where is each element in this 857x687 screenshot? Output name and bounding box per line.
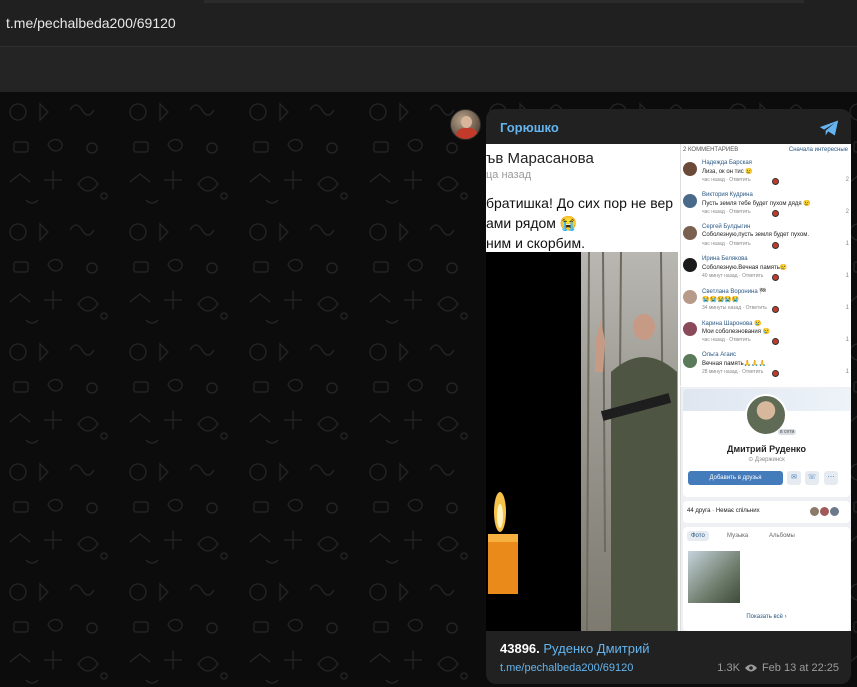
comment-avatar: [683, 290, 697, 304]
message-bubble: Горюшко ъв Марасанова ца назад братишка!…: [486, 109, 851, 684]
message-meta: 1.3K Feb 13 at 22:25: [717, 662, 839, 674]
friend-avatar: [829, 506, 840, 517]
paper-plane-icon[interactable]: [819, 119, 839, 137]
avatar-body: [456, 128, 478, 139]
soldier-figure: [586, 251, 677, 631]
comment-meta[interactable]: час назад · Ответить: [702, 241, 751, 247]
comment-meta[interactable]: час назад · Ответить: [702, 209, 751, 215]
comment-item: Ирина Белякова Соболезную.Вечная память😢…: [681, 254, 851, 286]
comment-likes[interactable]: 2: [846, 209, 849, 215]
comments-panel: 2 КОММЕНТАРИЕВ Сначала интересные Надежд…: [680, 144, 851, 386]
tab-music[interactable]: Музыка: [727, 533, 748, 539]
comments-sort-dropdown[interactable]: Сначала интересные: [789, 147, 848, 153]
comment-avatar: [683, 258, 697, 272]
comment-avatar: [683, 322, 697, 336]
soldier-photo: [581, 251, 678, 631]
address-url[interactable]: t.me/pechalbeda200/69120: [6, 15, 176, 31]
reply-avatar: [772, 242, 779, 249]
comments-header: 2 КОММЕНТАРИЕВ: [683, 147, 739, 153]
show-all-link[interactable]: Показать всё ›: [683, 614, 850, 620]
comment-meta[interactable]: 34 минуты назад · Ответить: [702, 305, 767, 311]
profile-media-card: Фото Музыка Альбомы Показать всё ›: [683, 527, 850, 631]
message-caption: 43896. Руденко Дмитрий: [500, 641, 650, 656]
comment-text: Лиза, ок он тис 😢: [702, 169, 753, 175]
post-text: братишка! До сих пор не вер ами рядом 😭 …: [486, 195, 674, 251]
profile-hometown: ⊙ Дзержинск: [748, 457, 785, 463]
tab-photos[interactable]: Фото: [687, 531, 709, 541]
more-icon[interactable]: ⋯: [824, 471, 838, 485]
tab-albums[interactable]: Альбомы: [769, 533, 795, 539]
post-time: ца назад: [486, 169, 532, 181]
message-media[interactable]: ъв Марасанова ца назад братишка! До сих …: [486, 144, 851, 631]
reply-avatar: [772, 338, 779, 345]
add-friend-button[interactable]: Добавить в друзья: [688, 471, 783, 485]
comment-text: Вечная память🙏🙏🙏: [702, 361, 767, 367]
candle-flame: [488, 492, 518, 594]
post-author: ъв Марасанова: [486, 150, 594, 167]
profile-panel: в сети Дмитрий Руденко ⊙ Дзержинск Добав…: [680, 387, 851, 631]
comment-author[interactable]: Светлана Воронина 🏁: [702, 288, 767, 295]
comment-meta[interactable]: 40 минут назад · Ответить: [702, 273, 763, 279]
reply-avatar: [772, 210, 779, 217]
comment-author[interactable]: Карина Шаронова 😢: [702, 320, 762, 327]
comment-likes[interactable]: 1: [846, 369, 849, 375]
avatar-face: [461, 116, 472, 128]
channel-avatar[interactable]: [450, 109, 481, 140]
eye-icon: [744, 664, 757, 672]
comment-meta[interactable]: 28 минут назад · Ответить: [702, 369, 763, 375]
reply-avatar: [772, 306, 779, 313]
browser-address-bar[interactable]: t.me/pechalbeda200/69120: [0, 0, 857, 46]
message-date: Feb 13 at 22:25: [761, 662, 839, 674]
reply-avatar: [772, 274, 779, 281]
comment-text: 😭😭😭😭😭: [702, 297, 740, 303]
comment-avatar: [683, 226, 697, 240]
comment-author[interactable]: Сергей Булдыгин: [702, 224, 750, 230]
reply-avatar: [772, 178, 779, 185]
comment-item: Надежда Барская Лиза, ок он тис 😢 час на…: [681, 158, 851, 190]
channel-name[interactable]: Горюшко: [500, 120, 559, 135]
profile-card: в сети Дмитрий Руденко ⊙ Дзержинск Добав…: [683, 389, 850, 497]
comment-meta[interactable]: час назад · Ответить: [702, 177, 751, 183]
social-post-screenshot: ъв Марасанова ца назад братишка! До сих …: [486, 144, 678, 631]
comment-text: Мои соболезнования 😢: [702, 329, 771, 335]
comment-item: Карина Шаронова 😢 Мои соболезнования 😢 ч…: [681, 318, 851, 350]
comment-likes[interactable]: 1: [846, 305, 849, 311]
comment-item: Светлана Воронина 🏁 😭😭😭😭😭 34 минуты наза…: [681, 286, 851, 318]
comment-likes[interactable]: 2: [846, 177, 849, 183]
comment-author[interactable]: Виктория Кудрина: [702, 192, 753, 198]
comment-item: Сергей Булдыгин Соболезную,пусть земля б…: [681, 222, 851, 254]
comment-avatar: [683, 354, 697, 368]
friends-count: 44 друга · Немає спільних: [687, 508, 760, 514]
candle-photo: [486, 252, 581, 631]
caption-link[interactable]: Руденко Дмитрий: [543, 641, 649, 656]
comment-likes[interactable]: 1: [846, 337, 849, 343]
comment-likes[interactable]: 1: [846, 241, 849, 247]
comment-text: Соболезную.Вечная память😢: [702, 265, 788, 271]
view-count: 1.3K: [717, 662, 740, 674]
friends-row[interactable]: 44 друга · Немає спільних: [683, 501, 850, 523]
reply-avatar: [772, 370, 779, 377]
comment-author[interactable]: Надежда Барская: [702, 160, 752, 166]
comment-likes[interactable]: 1: [846, 273, 849, 279]
comment-author[interactable]: Ирина Белякова: [702, 256, 748, 262]
comment-avatar: [683, 162, 697, 176]
profile-name: Дмитрий Руденко: [727, 444, 806, 454]
comment-item: Ольга Агаис Вечная память🙏🙏🙏 28 минут на…: [681, 350, 851, 382]
message-icon[interactable]: ✉: [787, 471, 801, 485]
tab-strip-edge: [204, 0, 804, 3]
online-badge: в сети: [778, 429, 797, 435]
comment-avatar: [683, 194, 697, 208]
browser-toolbar: [0, 46, 857, 92]
comment-text: Соболезную,пусть земля будет пухом.: [702, 232, 810, 238]
post-link[interactable]: t.me/pechalbeda200/69120: [500, 662, 633, 674]
comment-meta[interactable]: час назад · Ответить: [702, 337, 751, 343]
call-icon[interactable]: ☏: [805, 471, 819, 485]
comment-text: Пусть земля тебе будет пухом дядя 😢: [702, 201, 811, 207]
comment-author[interactable]: Ольга Агаис: [702, 352, 736, 358]
photo-thumbnail[interactable]: [688, 551, 740, 603]
caption-number: 43896.: [500, 641, 540, 656]
comment-item: Виктория Кудрина Пусть земля тебе будет …: [681, 190, 851, 222]
